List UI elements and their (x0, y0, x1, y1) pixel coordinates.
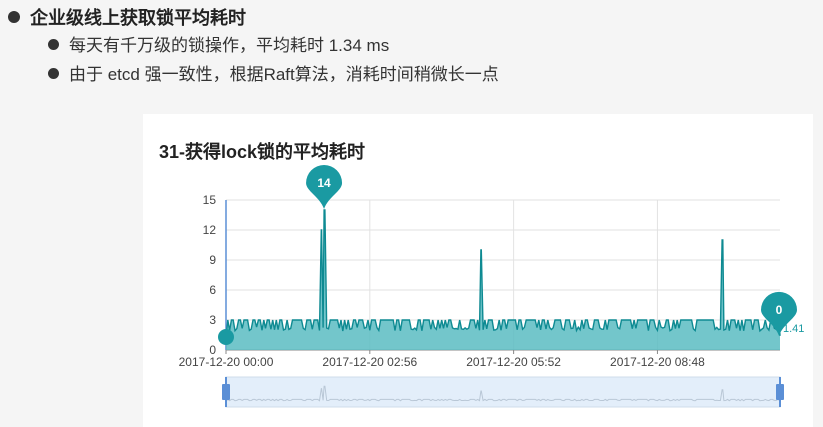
heading-text: 企业级线上获取锁平均耗时 (30, 8, 246, 28)
chart-panel: 31-获得lock锁的平均耗时 0 3 6 9 12 15 2017-12-20 00:00… (143, 114, 813, 427)
sub2-text: 由于 etcd 强一致性，根据Raft算法，消耗时间稍微长一点 (69, 65, 499, 84)
zoom-left-handle[interactable] (222, 384, 230, 400)
chart-svg[interactable]: 0 3 6 9 12 15 2017-12-20 00:00 2017-12-20 02:56… (143, 114, 813, 427)
sub1-text: 每天有千万级的锁操作，平均耗时 1.34 ms (69, 36, 390, 55)
bullet-dot-icon (48, 68, 59, 80)
x-tick-label: 2017-12-20 02:56 (322, 355, 417, 369)
x-tick-label: 2017-12-20 05:52 (466, 355, 561, 369)
series-area (226, 210, 780, 350)
y-tick-label: 6 (209, 283, 216, 297)
series-line (225, 209, 781, 338)
x-tick-label: 2017-12-20 08:48 (610, 355, 705, 369)
last-marker-pin-label: 0 (776, 303, 783, 317)
bullet-sub-1: 每天有千万级的锁操作，平均耗时 1.34 ms (48, 31, 389, 56)
y-tick-label: 9 (209, 253, 216, 267)
zoom-slider-track[interactable] (225, 376, 781, 408)
bullet-sub-2: 由于 etcd 强一致性，根据Raft算法，消耗时间稍微长一点 (48, 60, 499, 85)
x-tick-label: 2017-12-20 00:00 (179, 355, 274, 369)
bullet-heading: 企业级线上获取锁平均耗时 (8, 4, 246, 30)
bullet-dot-icon (8, 11, 20, 24)
y-tick-label: 12 (203, 223, 217, 237)
series-start-point (218, 329, 234, 345)
zoom-right-handle[interactable] (776, 384, 784, 400)
last-value-label: 1.41 (783, 323, 804, 335)
y-tick-label: 15 (203, 193, 217, 207)
max-marker-pin-label: 14 (317, 176, 331, 190)
y-tick-label: 3 (209, 313, 216, 327)
bullet-dot-icon (48, 39, 59, 51)
